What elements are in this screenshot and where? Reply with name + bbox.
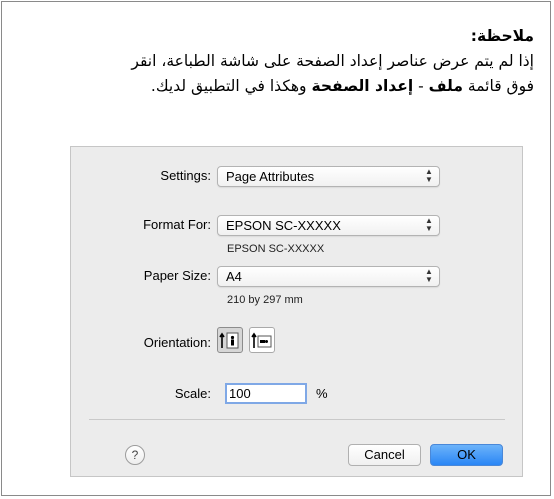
paper-size-label: Paper Size: xyxy=(143,268,211,283)
ok-button[interactable]: OK xyxy=(430,444,503,466)
orientation-label: Orientation: xyxy=(143,335,211,350)
note-line2-prefix: فوق قائمة xyxy=(462,77,534,95)
settings-label: Settings: xyxy=(160,168,211,183)
scale-unit: % xyxy=(316,386,328,401)
page-setup-dialog: Settings: Page Attributes ▲ ▼ Format For:… xyxy=(70,146,523,477)
scale-value: 100 xyxy=(229,386,251,401)
divider xyxy=(89,419,505,420)
popup-arrows-icon: ▲ ▼ xyxy=(425,167,433,184)
landscape-icon xyxy=(251,332,272,348)
landscape-orientation-button[interactable] xyxy=(249,327,275,353)
popup-arrows-icon: ▲ ▼ xyxy=(425,216,433,233)
scale-label: Scale: xyxy=(174,386,211,401)
paper-size-popup[interactable]: A4 ▲ ▼ xyxy=(217,266,440,287)
note-text: ملاحظة: إذا لم يتم عرض عناصر إعداد الصفح… xyxy=(19,24,534,99)
scale-input[interactable]: 100 xyxy=(225,383,307,404)
settings-value: Page Attributes xyxy=(226,169,315,184)
paper-size-subtext: 210 by 297 mm xyxy=(227,294,303,306)
note-line1: إذا لم يتم عرض عناصر إعداد الصفحة على شا… xyxy=(131,52,534,70)
format-for-subtext: EPSON SC-XXXXX xyxy=(227,243,325,255)
note-line2-suffix: وهكذا في التطبيق لديك. xyxy=(150,77,312,95)
format-for-popup[interactable]: EPSON SC-XXXXX ▲ ▼ xyxy=(217,215,440,236)
help-button[interactable]: ? xyxy=(125,445,145,465)
settings-popup[interactable]: Page Attributes ▲ ▼ xyxy=(217,166,440,187)
note-title: ملاحظة: xyxy=(470,27,534,45)
note-separator: - xyxy=(413,77,429,95)
paper-size-value: A4 xyxy=(226,269,242,284)
note-file-menu: ملف xyxy=(428,77,463,95)
note-page-setup: إعداد الصفحة xyxy=(311,77,414,95)
note-body: إذا لم يتم عرض عناصر إعداد الصفحة على شا… xyxy=(19,49,534,99)
cancel-button[interactable]: Cancel xyxy=(348,444,421,466)
portrait-icon xyxy=(219,332,239,349)
format-for-value: EPSON SC-XXXXX xyxy=(226,218,341,233)
portrait-orientation-button[interactable] xyxy=(217,327,243,353)
format-for-label: Format For: xyxy=(143,217,211,232)
popup-arrows-icon: ▲ ▼ xyxy=(425,267,433,284)
